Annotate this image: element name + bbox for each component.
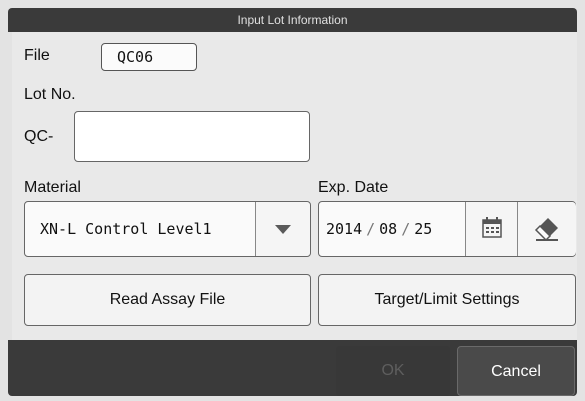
- exp-date-month[interactable]: 08: [379, 220, 397, 238]
- exp-date-field[interactable]: 2014/08/25: [318, 201, 576, 257]
- clear-date-button[interactable]: [517, 202, 576, 256]
- exp-date-day[interactable]: 25: [414, 220, 432, 238]
- target-limit-settings-button[interactable]: Target/Limit Settings: [318, 274, 576, 326]
- material-select[interactable]: XN-L Control Level1: [24, 201, 311, 257]
- dialog-title: Input Lot Information: [8, 8, 577, 32]
- lot-number-input[interactable]: [74, 111, 310, 162]
- triangle-down-icon: [275, 225, 291, 234]
- file-value: QC06: [101, 43, 197, 71]
- read-assay-file-button[interactable]: Read Assay File: [24, 274, 311, 326]
- exp-date-label: Exp. Date: [318, 179, 389, 196]
- exp-date-value[interactable]: 2014/08/25: [326, 202, 432, 256]
- file-label: File: [24, 47, 50, 64]
- lot-no-label: Lot No.: [24, 86, 76, 103]
- lot-prefix-label: QC-: [24, 128, 54, 145]
- exp-date-year[interactable]: 2014: [326, 220, 362, 238]
- calendar-icon: [482, 217, 502, 238]
- date-separator: /: [366, 220, 376, 238]
- material-selected-value: XN-L Control Level1: [40, 220, 212, 238]
- material-dropdown-button[interactable]: [255, 202, 310, 256]
- cancel-button[interactable]: Cancel: [457, 346, 575, 396]
- eraser-icon: [534, 218, 558, 242]
- input-lot-dialog: Input Lot Information File QC06 Lot No. …: [0, 0, 585, 401]
- material-label: Material: [24, 179, 81, 196]
- ok-button[interactable]: OK: [336, 346, 450, 396]
- calendar-button[interactable]: [465, 202, 518, 256]
- date-separator: /: [401, 220, 411, 238]
